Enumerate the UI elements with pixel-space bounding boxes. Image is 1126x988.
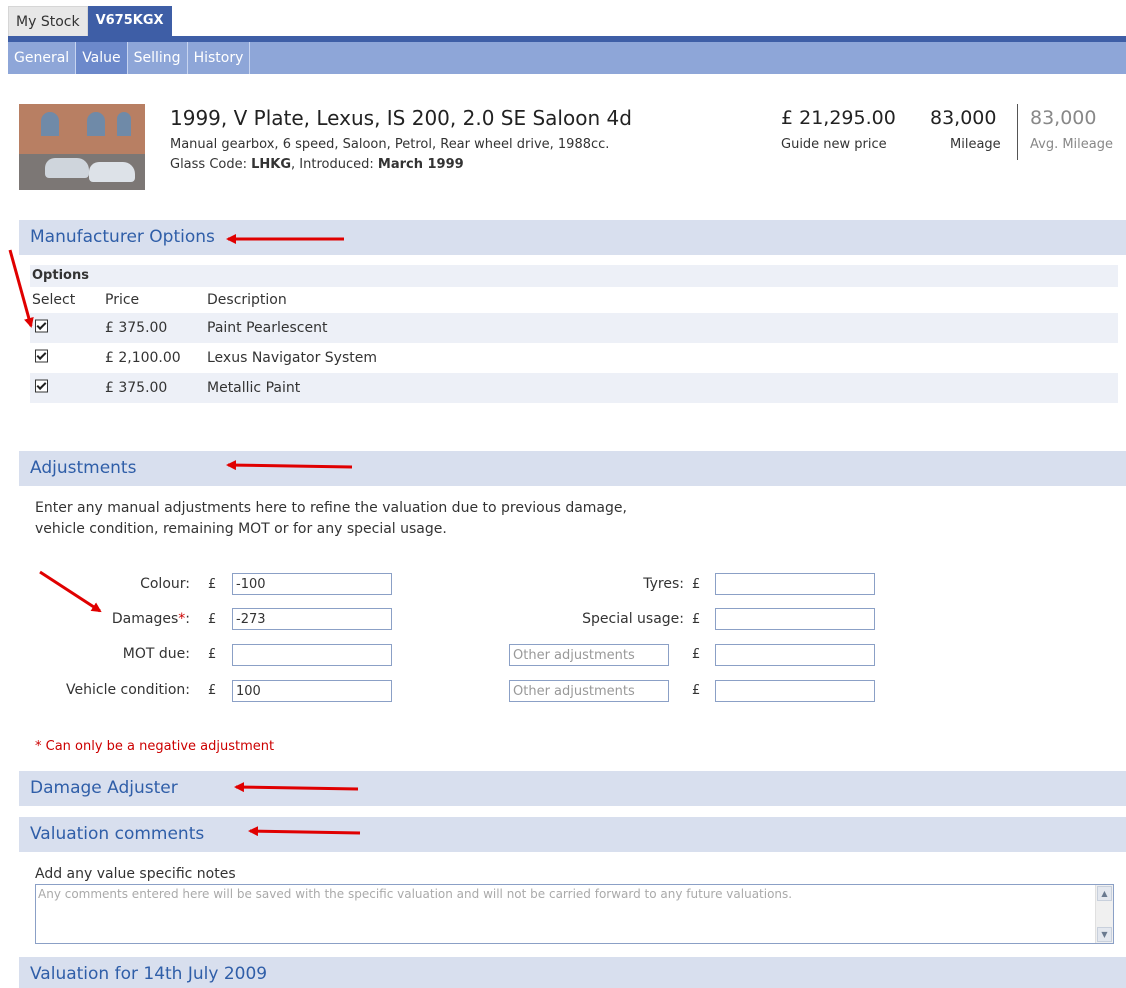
arrow-icon <box>8 249 34 328</box>
currency-symbol: £ <box>692 647 701 662</box>
section-title: Valuation comments <box>30 824 205 844</box>
tab-vehicle-registration[interactable]: V675KGX <box>87 6 172 36</box>
arrow-icon <box>39 570 102 613</box>
mot-due-input[interactable] <box>232 644 392 666</box>
other-adjustments-amount-input[interactable] <box>715 680 875 702</box>
vehicle-condition-input[interactable] <box>232 680 392 702</box>
options-table: Options Select Price Description £ 375.0… <box>30 265 1118 403</box>
option-checkbox[interactable] <box>35 379 48 393</box>
intro-line: Enter any manual adjustments here to ref… <box>35 500 627 516</box>
section-damage-adjuster[interactable]: Damage Adjuster <box>19 771 1126 806</box>
tab-my-stock[interactable]: My Stock <box>8 6 88 36</box>
damages-colon: : <box>185 611 190 627</box>
scroll-up-icon[interactable]: ▲ <box>1097 886 1112 901</box>
negative-adjustment-note: * Can only be a negative adjustment <box>35 739 275 754</box>
col-description: Description <box>207 292 287 308</box>
mileage-label: Mileage <box>950 137 1001 152</box>
tab-selling[interactable]: Selling <box>128 42 188 74</box>
table-row: £ 375.00 Paint Pearlescent <box>30 313 1118 343</box>
section-title: Valuation for 14th July 2009 <box>30 964 268 984</box>
section-title: Damage Adjuster <box>30 778 178 798</box>
special-usage-label: Special usage: <box>582 611 684 627</box>
special-usage-input[interactable] <box>715 608 875 630</box>
table-row: £ 375.00 Metallic Paint <box>30 373 1118 403</box>
other-adjustments-name-input[interactable] <box>509 644 669 666</box>
vehicle-photo <box>19 104 145 190</box>
vehicle-condition-label: Vehicle condition: <box>66 682 190 698</box>
introduced-value: March 1999 <box>377 157 464 172</box>
comments-textarea[interactable]: Any comments entered here will be saved … <box>35 884 1114 944</box>
section-manufacturer-options[interactable]: Manufacturer Options <box>19 220 1126 255</box>
other-adjustments-name-input[interactable] <box>509 680 669 702</box>
comments-placeholder: Any comments entered here will be saved … <box>38 887 793 901</box>
col-price: Price <box>105 292 140 308</box>
options-header-row: Select Price Description <box>30 287 1118 313</box>
section-valuation-comments[interactable]: Valuation comments <box>19 817 1126 852</box>
avg-mileage-label: Avg. Mileage <box>1030 137 1113 152</box>
currency-symbol: £ <box>208 612 217 627</box>
tab-general[interactable]: General <box>8 42 77 74</box>
adjustments-intro: Enter any manual adjustments here to ref… <box>35 498 735 540</box>
table-row: £ 2,100.00 Lexus Navigator System <box>30 343 1118 373</box>
damages-input[interactable] <box>232 608 392 630</box>
col-select: Select <box>32 292 76 308</box>
comments-scrollbar[interactable]: ▲ ▼ <box>1095 885 1113 943</box>
currency-symbol: £ <box>208 577 217 592</box>
colour-label: Colour: <box>140 576 190 592</box>
option-price: £ 375.00 <box>105 320 168 336</box>
sub-navigation: General Value Selling History <box>8 42 1126 74</box>
vehicle-glass-code: Glass Code: LHKG, Introduced: March 1999 <box>170 157 464 172</box>
section-title: Adjustments <box>30 458 137 478</box>
avg-mileage-value: 83,000 <box>1030 107 1097 129</box>
option-description: Metallic Paint <box>207 380 301 396</box>
options-caption: Options <box>30 265 1118 287</box>
mileage-value: 83,000 <box>930 107 997 129</box>
other-adjustments-amount-input[interactable] <box>715 644 875 666</box>
mot-due-label: MOT due: <box>122 646 190 662</box>
introduced-label: , Introduced: <box>291 157 378 172</box>
currency-symbol: £ <box>208 683 217 698</box>
option-description: Lexus Navigator System <box>207 350 377 366</box>
tyres-label: Tyres: <box>643 576 684 592</box>
vehicle-spec: Manual gearbox, 6 speed, Saloon, Petrol,… <box>170 137 610 152</box>
section-title: Manufacturer Options <box>30 227 215 247</box>
section-valuation-date[interactable]: Valuation for 14th July 2009 <box>19 957 1126 988</box>
currency-symbol: £ <box>692 612 701 627</box>
glass-code-label: Glass Code: <box>170 157 252 172</box>
section-adjustments[interactable]: Adjustments <box>19 451 1126 486</box>
option-description: Paint Pearlescent <box>207 320 328 336</box>
currency-symbol: £ <box>208 647 217 662</box>
damages-label: Damages*: <box>112 611 190 627</box>
stat-divider <box>1017 104 1018 160</box>
vehicle-title: 1999, V Plate, Lexus, IS 200, 2.0 SE Sal… <box>170 106 632 130</box>
currency-symbol: £ <box>692 577 701 592</box>
colour-input[interactable] <box>232 573 392 595</box>
currency-symbol: £ <box>692 683 701 698</box>
guide-price-label: Guide new price <box>781 137 887 152</box>
top-tabs: My Stock V675KGX <box>8 6 172 36</box>
scroll-down-icon[interactable]: ▼ <box>1097 927 1112 942</box>
tab-history[interactable]: History <box>188 42 251 74</box>
tab-value[interactable]: Value <box>76 42 128 74</box>
glass-code-value: LHKG <box>251 157 292 172</box>
option-price: £ 2,100.00 <box>105 350 181 366</box>
option-price: £ 375.00 <box>105 380 168 396</box>
intro-line: vehicle condition, remaining MOT or for … <box>35 521 447 537</box>
guide-price-value: £ 21,295.00 <box>781 107 896 129</box>
option-checkbox[interactable] <box>35 349 48 363</box>
comments-label: Add any value specific notes <box>35 866 236 882</box>
damages-label-text: Damages <box>111 611 179 627</box>
option-checkbox[interactable] <box>35 319 48 333</box>
tyres-input[interactable] <box>715 573 875 595</box>
